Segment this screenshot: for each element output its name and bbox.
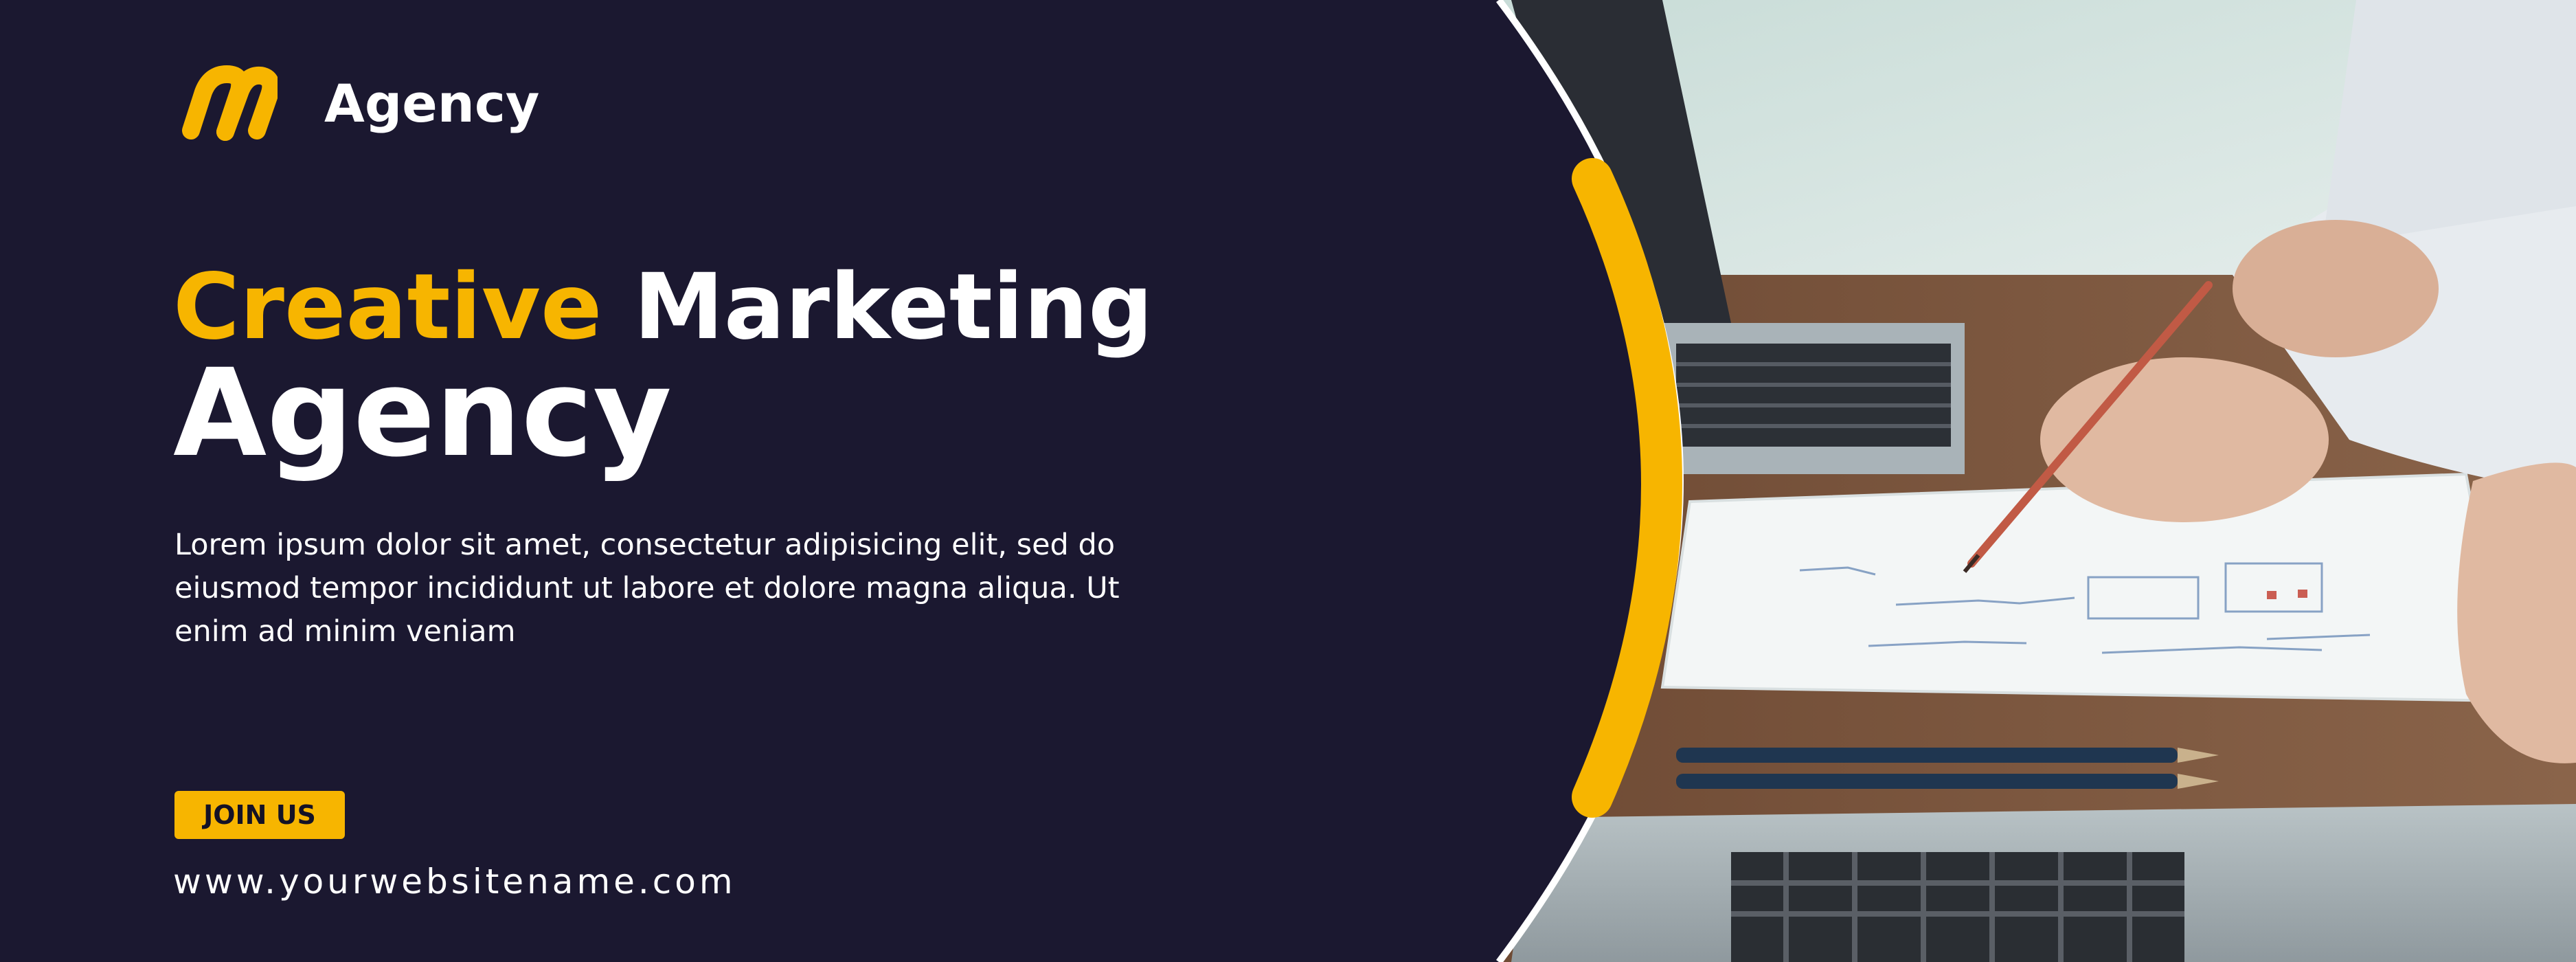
brand-lockup[interactable]: Agency (174, 60, 539, 146)
headline: Creative Marketing Agency (173, 254, 1153, 484)
banner: Agency Creative Marketing Agency Lorem i… (0, 0, 2576, 962)
website-url[interactable]: www.yourwebsitename.com (173, 862, 736, 902)
brand-name: Agency (324, 72, 540, 134)
agency-logo-icon (182, 65, 278, 141)
join-us-button[interactable]: JOIN US (174, 791, 345, 839)
body-copy: Lorem ipsum dolor sit amet, consectetur … (174, 528, 1120, 649)
headline-word-marketing: Marketing (633, 254, 1153, 360)
headline-line-2: Agency (173, 343, 672, 484)
